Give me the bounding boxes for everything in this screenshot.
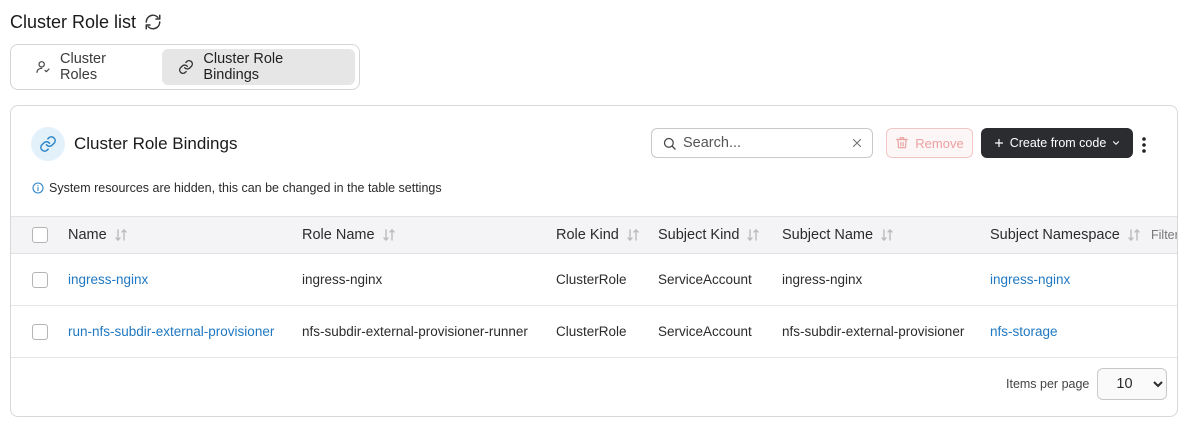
sort-icon bbox=[1126, 227, 1142, 243]
subject-namespace-link[interactable]: ingress-nginx bbox=[990, 254, 1070, 305]
column-header-subject-kind[interactable]: Subject Kind bbox=[658, 217, 761, 253]
info-message: System resources are hidden, this can be… bbox=[32, 181, 442, 195]
items-per-page-label: Items per page bbox=[1006, 377, 1090, 391]
subject-kind-cell: ServiceAccount bbox=[658, 324, 752, 339]
binding-name-link[interactable]: run-nfs-subdir-external-provisioner bbox=[68, 306, 274, 357]
role-kind-cell: ClusterRole bbox=[556, 272, 627, 287]
column-header-label: Subject Kind bbox=[658, 227, 740, 243]
sort-icon bbox=[879, 227, 895, 243]
column-header-label: Role Kind bbox=[556, 227, 619, 243]
subject-name-cell: nfs-subdir-external-provisioner bbox=[782, 324, 965, 339]
row-checkbox[interactable] bbox=[32, 323, 48, 340]
search-icon bbox=[662, 136, 677, 151]
row-select-cell bbox=[32, 306, 48, 357]
column-header-subject-name[interactable]: Subject Name bbox=[782, 217, 895, 253]
sort-icon bbox=[381, 227, 397, 243]
info-text: System resources are hidden, this can be… bbox=[49, 181, 442, 195]
card-title: Cluster Role Bindings bbox=[74, 134, 238, 153]
search-box bbox=[651, 128, 873, 158]
subject-name-cell: ingress-nginx bbox=[782, 272, 863, 287]
create-label: Create from code bbox=[1009, 136, 1107, 150]
user-key-icon bbox=[35, 59, 51, 75]
sort-icon bbox=[113, 227, 129, 243]
tab-cluster-roles[interactable]: Cluster Roles bbox=[15, 49, 160, 85]
page-title: Cluster Role list bbox=[10, 11, 137, 32]
create-from-code-button[interactable]: Create from code bbox=[981, 128, 1133, 158]
trash-icon bbox=[895, 136, 909, 150]
refresh-icon[interactable] bbox=[144, 13, 162, 31]
chevron-down-icon bbox=[1111, 138, 1121, 148]
info-icon bbox=[32, 182, 44, 194]
sort-icon bbox=[625, 227, 641, 243]
table-row: ingress-nginx ingress-nginx ClusterRole … bbox=[11, 254, 1177, 306]
column-header-role-kind[interactable]: Role Kind bbox=[556, 217, 641, 253]
column-header-label: Subject Namespace bbox=[990, 227, 1120, 243]
remove-label: Remove bbox=[915, 135, 964, 151]
role-kind-cell: ClusterRole bbox=[556, 324, 627, 339]
binding-name-link[interactable]: ingress-nginx bbox=[68, 254, 148, 305]
select-all-cell bbox=[32, 217, 48, 253]
role-name-cell: ingress-nginx bbox=[302, 272, 383, 287]
column-header-name[interactable]: Name bbox=[68, 217, 129, 253]
items-per-page-select[interactable]: 10 bbox=[1097, 368, 1168, 400]
column-header-subject-namespace[interactable]: Subject Namespace bbox=[990, 217, 1142, 253]
remove-button[interactable]: Remove bbox=[886, 128, 973, 158]
column-header-label: Role Name bbox=[302, 227, 375, 243]
tab-group: Cluster Roles Cluster Role Bindings bbox=[10, 44, 360, 90]
filter-toggle[interactable]: Filter bbox=[1151, 217, 1177, 253]
role-name-cell: nfs-subdir-external-provisioner-runner bbox=[302, 324, 528, 339]
select-all-checkbox[interactable] bbox=[32, 227, 48, 243]
link-icon bbox=[178, 59, 194, 75]
row-select-cell bbox=[32, 254, 48, 305]
page-header: Cluster Role list bbox=[10, 10, 162, 34]
column-header-label: Subject Name bbox=[782, 227, 874, 243]
link-icon bbox=[31, 127, 65, 161]
cluster-role-bindings-card: Cluster Role Bindings Remove Creat bbox=[10, 105, 1178, 417]
more-options-icon[interactable] bbox=[1138, 136, 1150, 154]
plus-icon bbox=[993, 137, 1005, 149]
subject-namespace-link[interactable]: nfs-storage bbox=[990, 306, 1058, 357]
search-input[interactable] bbox=[683, 135, 844, 151]
table-row: run-nfs-subdir-external-provisioner nfs-… bbox=[11, 306, 1177, 358]
column-header-role-name[interactable]: Role Name bbox=[302, 217, 397, 253]
table-header: Name Role Name Role Kind Subject Kind Su… bbox=[11, 216, 1177, 254]
tab-label: Cluster Roles bbox=[60, 51, 106, 83]
sort-icon bbox=[745, 227, 761, 243]
card-header: Cluster Role Bindings bbox=[31, 127, 237, 161]
clear-icon[interactable] bbox=[850, 136, 864, 150]
pagination: Items per page 10 bbox=[1006, 368, 1168, 400]
column-header-label: Name bbox=[68, 227, 107, 243]
tab-cluster-role-bindings[interactable]: Cluster Role Bindings bbox=[162, 49, 355, 85]
tab-label: Cluster Role Bindings bbox=[203, 51, 284, 83]
row-checkbox[interactable] bbox=[32, 271, 48, 288]
subject-kind-cell: ServiceAccount bbox=[658, 272, 752, 287]
